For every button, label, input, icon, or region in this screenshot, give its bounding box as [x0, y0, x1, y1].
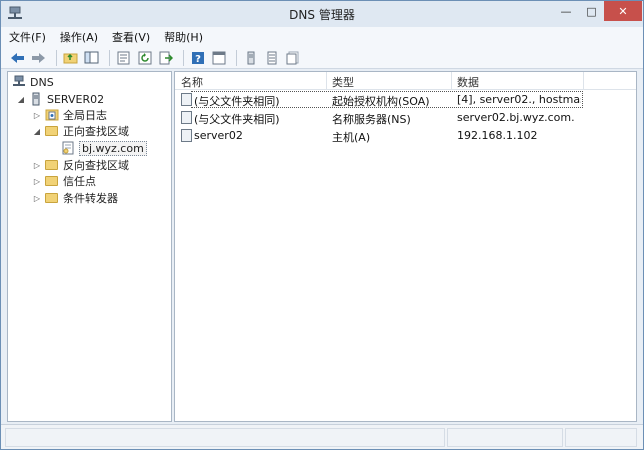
minimize-button[interactable]: —	[553, 1, 579, 21]
window-title: DNS 管理器	[289, 8, 355, 22]
dns-root-icon	[13, 75, 25, 86]
record-icon	[181, 129, 192, 142]
tree-node-global-logs[interactable]: ▷ 全局日志	[32, 107, 107, 123]
toolbar-separator	[109, 49, 110, 66]
maximize-button[interactable]: □	[579, 1, 604, 21]
tree-label-trust-points: 信任点	[63, 175, 96, 188]
status-segment	[447, 428, 563, 447]
tree-node-forward-zones[interactable]: ◢ 正向查找区域	[32, 123, 129, 139]
folder-icon	[45, 158, 59, 172]
expand-triangle-icon[interactable]: ▷	[32, 176, 42, 186]
column-divider[interactable]	[451, 72, 452, 90]
status-bar	[1, 424, 643, 449]
server-icon[interactable]	[242, 50, 259, 66]
records-icon[interactable]	[263, 50, 280, 66]
column-header-name[interactable]: 名称	[181, 74, 203, 90]
cell-type: 主机(A)	[332, 131, 371, 144]
show-tree-icon[interactable]	[83, 50, 100, 66]
tree-label-reverse-zones: 反向查找区域	[63, 159, 129, 172]
folder-icon	[45, 191, 59, 205]
menu-bar: 文件(F) 操作(A) 查看(V) 帮助(H)	[1, 27, 643, 47]
cell-name: (与父文件夹相同)	[194, 95, 280, 108]
menu-file[interactable]: 文件(F)	[9, 29, 46, 45]
table-row[interactable]: (与父文件夹相同) 起始授权机构(SOA) [4], server02., ho…	[175, 91, 636, 108]
menu-action[interactable]: 操作(A)	[60, 29, 98, 45]
expand-triangle-icon[interactable]: ▷	[32, 193, 42, 203]
menu-view[interactable]: 查看(V)	[112, 29, 150, 45]
properties-icon[interactable]	[115, 50, 132, 66]
tree-node-dns[interactable]: DNS	[12, 74, 54, 90]
export-list-icon[interactable]	[157, 50, 174, 66]
column-header-type[interactable]: 类型	[332, 74, 354, 90]
server-icon	[32, 92, 40, 106]
table-row[interactable]: (与父文件夹相同) 名称服务器(NS) server02.bj.wyz.com.	[175, 109, 636, 126]
console-icon[interactable]	[210, 50, 227, 66]
help-icon[interactable]: ?	[189, 50, 206, 66]
expand-triangle-icon[interactable]: ▷	[32, 160, 42, 170]
zone-file-icon	[62, 141, 74, 155]
cell-data: server02.bj.wyz.com.	[457, 111, 575, 124]
cell-type: 名称服务器(NS)	[332, 113, 411, 126]
refresh-icon[interactable]	[136, 50, 153, 66]
column-divider[interactable]	[326, 72, 327, 90]
toolbar-separator	[236, 49, 237, 66]
cell-data: 192.168.1.102	[457, 129, 538, 142]
toolbar-separator	[183, 49, 184, 66]
title-bar[interactable]: DNS 管理器 — □ ✕	[1, 1, 643, 27]
event-log-icon	[45, 109, 59, 121]
folder-icon	[45, 174, 59, 188]
tree-node-server02[interactable]: ◢ SERVER02	[16, 91, 104, 107]
tree-node-reverse-zones[interactable]: ▷ 反向查找区域	[32, 157, 129, 173]
folder-icon	[45, 124, 59, 138]
toolbar: ?	[1, 47, 643, 69]
list-header: 名称 类型 数据	[175, 72, 636, 90]
toolbar-separator	[56, 49, 57, 66]
menu-help[interactable]: 帮助(H)	[164, 29, 203, 45]
tree-node-trust-points[interactable]: ▷ 信任点	[32, 173, 96, 189]
tree-node-conditional-forwarders[interactable]: ▷ 条件转发器	[32, 190, 118, 206]
tree-node-zone-bj-wyz-com[interactable]: bj.wyz.com	[61, 140, 147, 156]
cell-data: [4], server02., hostmast...	[457, 93, 581, 106]
back-arrow-icon[interactable]	[9, 50, 26, 66]
record-icon	[181, 93, 192, 106]
record-list-icon[interactable]	[284, 50, 301, 66]
collapse-triangle-icon[interactable]: ◢	[32, 126, 42, 136]
close-button[interactable]: ✕	[604, 1, 642, 21]
console-tree: DNS ◢ SERVER02 ▷ 全局日志 ◢ 正向查找区域 bj.wyz.co…	[7, 71, 172, 422]
tree-label-zone: bj.wyz.com	[79, 140, 147, 156]
cell-name: (与父文件夹相同)	[194, 113, 280, 126]
table-row[interactable]: server02 主机(A) 192.168.1.102	[175, 127, 636, 144]
tree-label-server02: SERVER02	[47, 92, 105, 106]
forward-arrow-icon[interactable]	[30, 50, 47, 66]
tree-label-global-logs: 全局日志	[63, 109, 107, 122]
collapse-triangle-icon[interactable]: ◢	[16, 94, 26, 104]
column-divider[interactable]	[583, 72, 584, 90]
tree-label-conditional-forwarders: 条件转发器	[63, 192, 118, 205]
dns-manager-window: DNS 管理器 — □ ✕ 文件(F) 操作(A) 查看(V) 帮助(H) ? …	[0, 0, 644, 450]
record-icon	[181, 111, 192, 124]
tree-label-forward-zones: 正向查找区域	[63, 125, 129, 138]
column-header-data[interactable]: 数据	[457, 74, 479, 90]
tree-label-dns: DNS	[30, 75, 54, 89]
status-segment	[5, 428, 445, 447]
records-list: 名称 类型 数据 (与父文件夹相同) 起始授权机构(SOA) [4], serv…	[174, 71, 637, 422]
up-folder-icon[interactable]	[62, 50, 79, 66]
expand-triangle-icon[interactable]: ▷	[32, 110, 42, 120]
status-segment	[565, 428, 637, 447]
cell-type: 起始授权机构(SOA)	[332, 95, 430, 108]
cell-name: server02	[194, 129, 243, 142]
svg-text:?: ?	[195, 54, 201, 65]
